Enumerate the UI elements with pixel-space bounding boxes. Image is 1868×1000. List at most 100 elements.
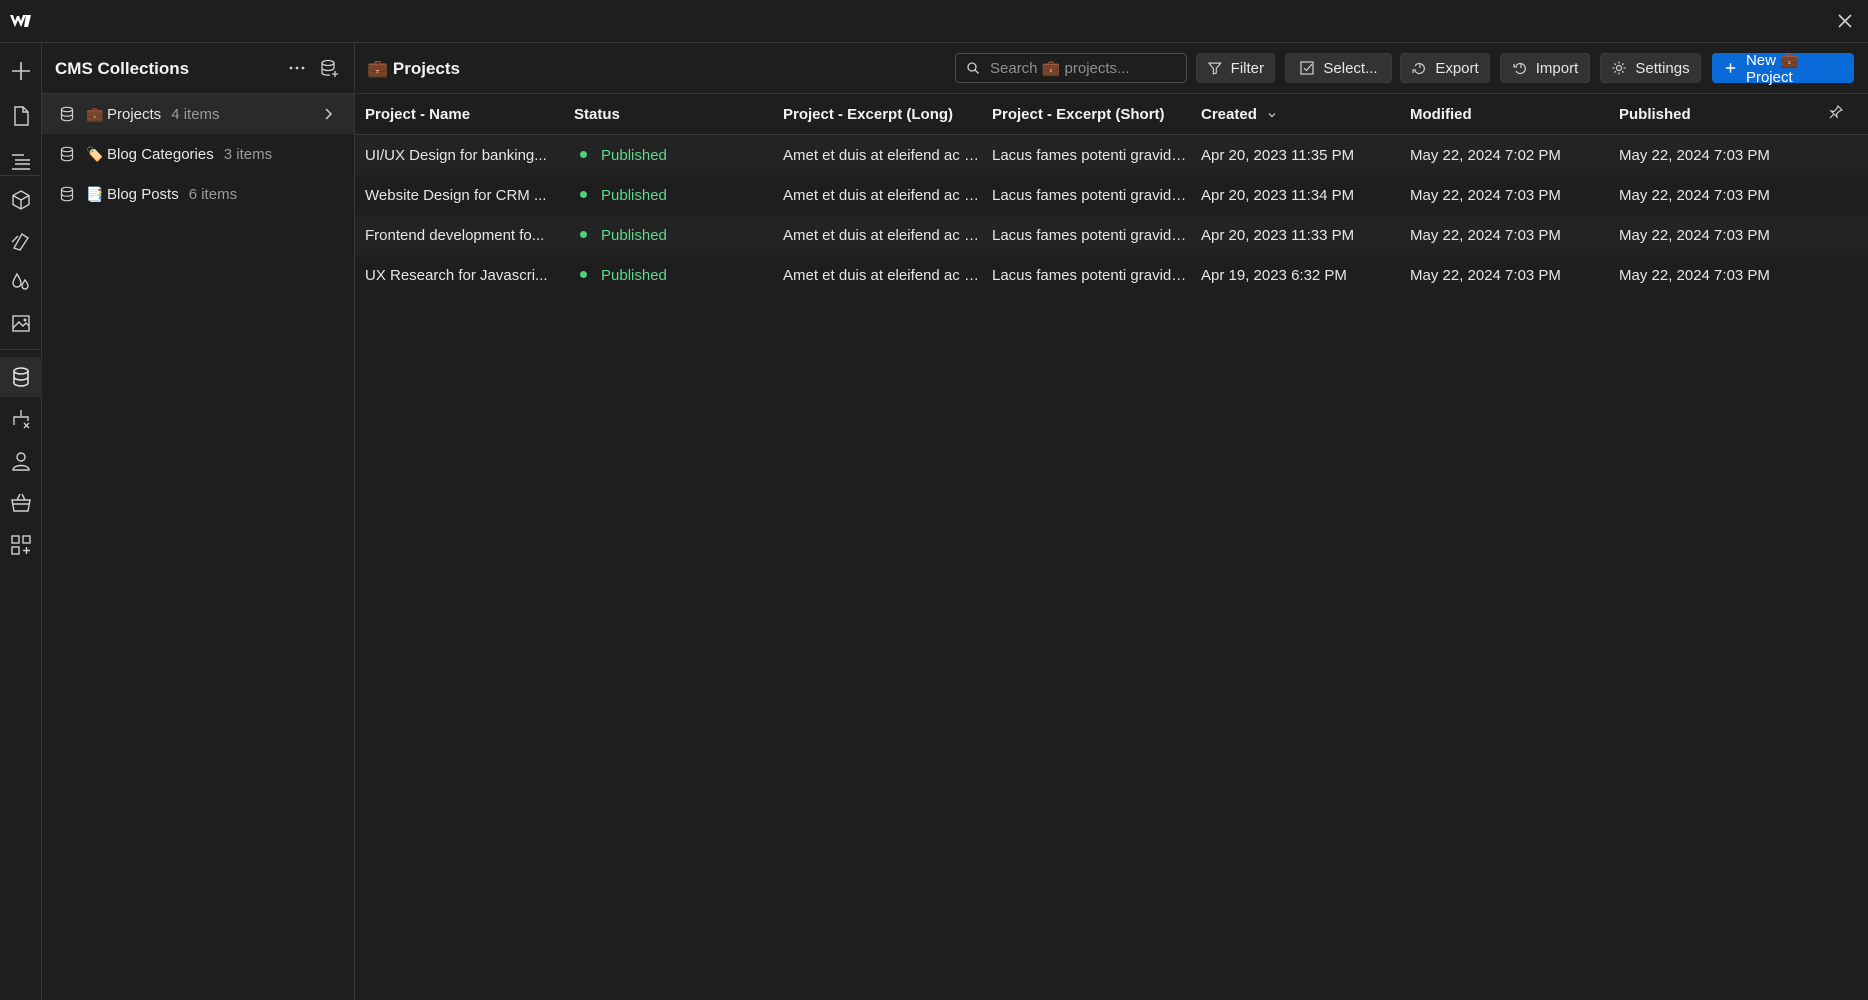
cell-modified: May 22, 2024 7:03 PM [1400,215,1609,255]
pin-column-header[interactable] [1818,94,1868,135]
cell-status: Published [564,175,773,215]
cell-excerpt-short: Lacus fames potenti gravida l... [992,186,1191,204]
import-button[interactable]: Import [1500,53,1590,83]
cms-icon[interactable] [0,357,42,397]
collection-name: Blog Categories 3 items [107,146,273,163]
variables-icon[interactable] [0,262,42,302]
column-header-created[interactable]: Created [1191,94,1400,135]
cell-excerpt-long: Amet et duis at eleifend ac la... [783,266,982,284]
cell-name: Frontend development fo... [355,215,564,255]
cell-status: Published [564,255,773,295]
cell-created: Apr 19, 2023 6:32 PM [1201,266,1347,284]
cell-excerpt-long: Amet et duis at eleifend ac la... [783,186,982,204]
column-header-published[interactable]: Published [1609,94,1818,135]
status-dot-icon [580,190,587,198]
users-icon[interactable] [0,441,42,481]
add-icon[interactable] [0,51,42,91]
main-panel: 💼 Projects Filter Select... Export Impor… [355,43,1868,1000]
plus-icon [1725,63,1736,73]
export-button[interactable]: Export [1400,53,1490,83]
search-input[interactable] [988,58,1182,78]
cell-published: May 22, 2024 7:03 PM [1619,186,1770,204]
column-header-excerpt-short[interactable]: Project - Excerpt (Short) [982,94,1191,135]
table-header-row: Project - Name Status Project - Excerpt … [355,94,1868,135]
cell-excerpt-short: Lacus fames potenti gravida l... [982,215,1191,255]
collections-title: CMS Collections [55,59,190,78]
status-dot-icon [580,230,587,238]
cell-modified: May 22, 2024 7:03 PM [1410,186,1561,204]
cell-status: Published [564,215,773,255]
main-header: 💼 Projects Filter Select... Export Impor… [355,43,1868,94]
collection-item-blog-categories[interactable]: 🏷️ Blog Categories 3 items [42,134,354,174]
column-header-status[interactable]: Status [564,94,773,135]
pin-icon [1829,104,1844,119]
items-table: Project - Name Status Project - Excerpt … [355,94,1868,295]
cell-published: May 22, 2024 7:03 PM [1609,215,1818,255]
column-header-excerpt-long[interactable]: Project - Excerpt (Long) [773,94,982,135]
more-options-icon[interactable] [286,57,308,79]
search-box[interactable] [955,53,1187,83]
style-icon[interactable] [0,221,42,261]
icon-rail [0,43,42,1000]
database-icon [60,146,74,162]
add-collection-icon[interactable] [318,57,340,79]
webflow-logo-icon[interactable] [8,10,34,32]
gear-icon [1612,61,1626,75]
components-icon[interactable] [0,180,42,220]
export-icon [1412,62,1426,75]
column-header-modified[interactable]: Modified [1400,94,1609,135]
database-icon [60,106,74,122]
filter-button[interactable]: Filter [1196,53,1275,83]
table-row[interactable]: Website Design for CRM ... Published Ame… [355,175,1868,215]
column-header-name[interactable]: Project - Name [355,94,564,135]
cell-created: Apr 20, 2023 11:33 PM [1191,215,1400,255]
cell-created: Apr 20, 2023 11:34 PM [1201,186,1355,204]
cell-status: Published [564,134,773,175]
ecommerce-icon[interactable] [0,483,42,523]
collection-item-projects[interactable]: 💼 Projects 4 items [42,94,354,134]
database-icon [60,186,74,202]
table-row[interactable]: UI/UX Design for banking... Published Am… [355,134,1868,175]
page-icon[interactable] [0,96,42,136]
cms-collections-panel: CMS Collections 💼 Projects 4 items 🏷️ Blo… [42,43,355,1000]
new-project-button[interactable]: New 💼 Project [1712,52,1854,86]
assets-icon[interactable] [0,303,42,343]
collection-item-blog-posts[interactable]: 📑 Blog Posts 6 items [42,174,354,214]
briefcase-icon: 💼 [86,106,104,122]
cell-modified: May 22, 2024 7:02 PM [1400,134,1609,175]
status-dot-icon [580,270,587,278]
logic-icon[interactable] [0,399,42,439]
table-row[interactable]: UX Research for Javascri... Published Am… [355,255,1868,295]
cell-excerpt-short: Lacus fames potenti gravida l... [982,134,1191,175]
collection-count: 3 items [223,146,273,163]
select-button[interactable]: Select... [1285,53,1392,83]
settings-button[interactable]: Settings [1600,53,1701,83]
top-bar [0,0,1868,43]
collection-name: Projects 4 items [107,106,220,123]
checkbox-icon [1300,61,1314,75]
search-icon [967,62,979,74]
cell-modified: May 22, 2024 7:03 PM [1410,266,1561,284]
collection-count: 4 items [171,106,220,123]
collection-count: 6 items [188,186,238,203]
collections-header: CMS Collections [42,43,354,94]
cell-excerpt-long: Amet et duis at eleifend ac la... [773,215,982,255]
cell-excerpt-short: Lacus fames potenti gravida l... [992,266,1191,284]
sort-down-icon [1268,112,1276,117]
cell-published: May 22, 2024 7:03 PM [1619,266,1770,284]
cell-created: Apr 20, 2023 11:35 PM [1191,134,1400,175]
cell-name: UX Research for Javascri... [365,266,548,284]
apps-icon[interactable] [0,525,42,565]
collection-name: Blog Posts 6 items [107,186,238,203]
page-title: 💼 Projects [367,59,460,78]
bookmark-tabs-icon: 📑 [86,186,104,202]
label-icon: 🏷️ [86,146,104,162]
cell-name: Website Design for CRM ... [365,186,547,204]
cell-name: UI/UX Design for banking... [355,134,564,175]
cell-excerpt-long: Amet et duis at eleifend ac la... [773,134,982,175]
chevron-right-icon [325,108,333,120]
filter-icon [1207,62,1222,75]
close-icon[interactable] [1836,12,1854,30]
import-icon [1513,62,1526,75]
table-row[interactable]: Frontend development fo... Published Ame… [355,215,1868,255]
